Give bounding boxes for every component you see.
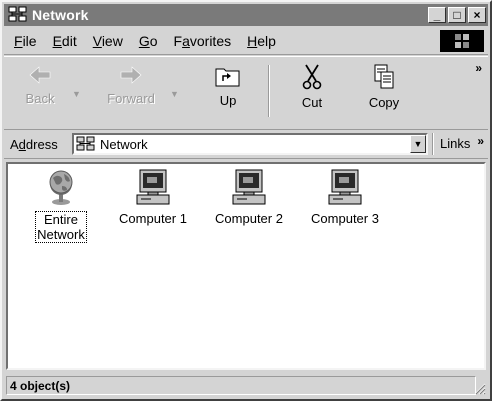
- copy-label: Copy: [368, 95, 400, 110]
- title-bar[interactable]: Network _ □ ×: [4, 4, 488, 26]
- item-label: Computer 2: [215, 211, 283, 226]
- window-title: Network: [32, 7, 89, 23]
- copy-button[interactable]: Copy: [354, 63, 414, 121]
- address-field[interactable]: Network ▼: [72, 133, 428, 155]
- windows-flag-icon: [455, 34, 469, 48]
- menu-help[interactable]: Help: [247, 33, 276, 49]
- menu-file[interactable]: File: [14, 33, 37, 49]
- links-chevron-icon[interactable]: »: [477, 134, 484, 148]
- copy-icon: [374, 64, 394, 89]
- menu-bar: File Edit View Go Favorites Help: [4, 28, 488, 55]
- cut-button[interactable]: Cut: [282, 63, 342, 121]
- scissors-icon: [302, 64, 322, 90]
- address-value: Network: [100, 136, 148, 152]
- menu-favorites[interactable]: Favorites: [174, 33, 232, 49]
- network-icon: [8, 6, 27, 22]
- computer-icon: [232, 169, 266, 205]
- minimize-icon: _: [433, 8, 441, 22]
- item-label: Computer 1: [119, 211, 187, 226]
- menu-edit[interactable]: Edit: [53, 33, 77, 49]
- back-label: Back: [25, 91, 55, 106]
- item-computer-2[interactable]: Computer 2: [204, 168, 294, 226]
- forward-button[interactable]: Forward: [96, 63, 166, 121]
- computer-icon: [136, 169, 170, 205]
- window-controls: _ □ ×: [428, 7, 486, 23]
- up-button[interactable]: Up: [198, 63, 258, 121]
- windows-logo: [440, 30, 484, 52]
- links-label[interactable]: Links: [440, 136, 470, 151]
- back-arrow-icon: [29, 66, 51, 84]
- menu-go[interactable]: Go: [139, 33, 158, 49]
- item-computer-3[interactable]: Computer 3: [300, 168, 390, 226]
- computer-icon: [328, 169, 362, 205]
- item-entire-network[interactable]: Entire Network: [16, 168, 106, 243]
- links-separator: [432, 133, 434, 155]
- cut-label: Cut: [301, 95, 323, 110]
- status-bar: 4 object(s): [4, 374, 488, 397]
- item-label: Computer 3: [311, 211, 379, 226]
- maximize-icon: □: [453, 8, 461, 22]
- globe-icon: [49, 170, 73, 205]
- toolbar-separator: [268, 65, 270, 117]
- file-view[interactable]: Entire Network Computer 1 Computer 2 Com…: [6, 162, 486, 370]
- forward-arrow-icon: [120, 66, 142, 84]
- toolbar-chevron-icon[interactable]: »: [475, 61, 482, 75]
- minimize-button[interactable]: _: [428, 7, 446, 23]
- address-bar: Address Network ▼ Links »: [4, 130, 488, 159]
- back-dropdown-icon[interactable]: ▼: [72, 89, 81, 99]
- network-icon: [76, 136, 95, 151]
- maximize-button[interactable]: □: [448, 7, 466, 23]
- resize-grip-icon[interactable]: [474, 383, 486, 395]
- up-label: Up: [219, 93, 237, 108]
- standard-toolbar: Back ▼ Forward ▼ Up Cut Copy »: [4, 56, 488, 130]
- item-computer-1[interactable]: Computer 1: [108, 168, 198, 226]
- address-dropdown-button[interactable]: ▼: [410, 135, 426, 153]
- status-text: 4 object(s): [6, 376, 476, 395]
- back-button[interactable]: Back: [10, 63, 70, 121]
- address-label: Address: [10, 136, 58, 152]
- item-label: Entire Network: [35, 211, 87, 243]
- folder-up-icon: [215, 68, 240, 87]
- forward-label: Forward: [107, 91, 155, 106]
- forward-dropdown-icon[interactable]: ▼: [170, 89, 179, 99]
- menu-view[interactable]: View: [93, 33, 123, 49]
- chevron-down-icon: ▼: [413, 139, 423, 149]
- close-icon: ×: [473, 8, 481, 22]
- close-button[interactable]: ×: [468, 7, 486, 23]
- explorer-window: Network _ □ × File Edit View Go Favorite…: [0, 0, 492, 401]
